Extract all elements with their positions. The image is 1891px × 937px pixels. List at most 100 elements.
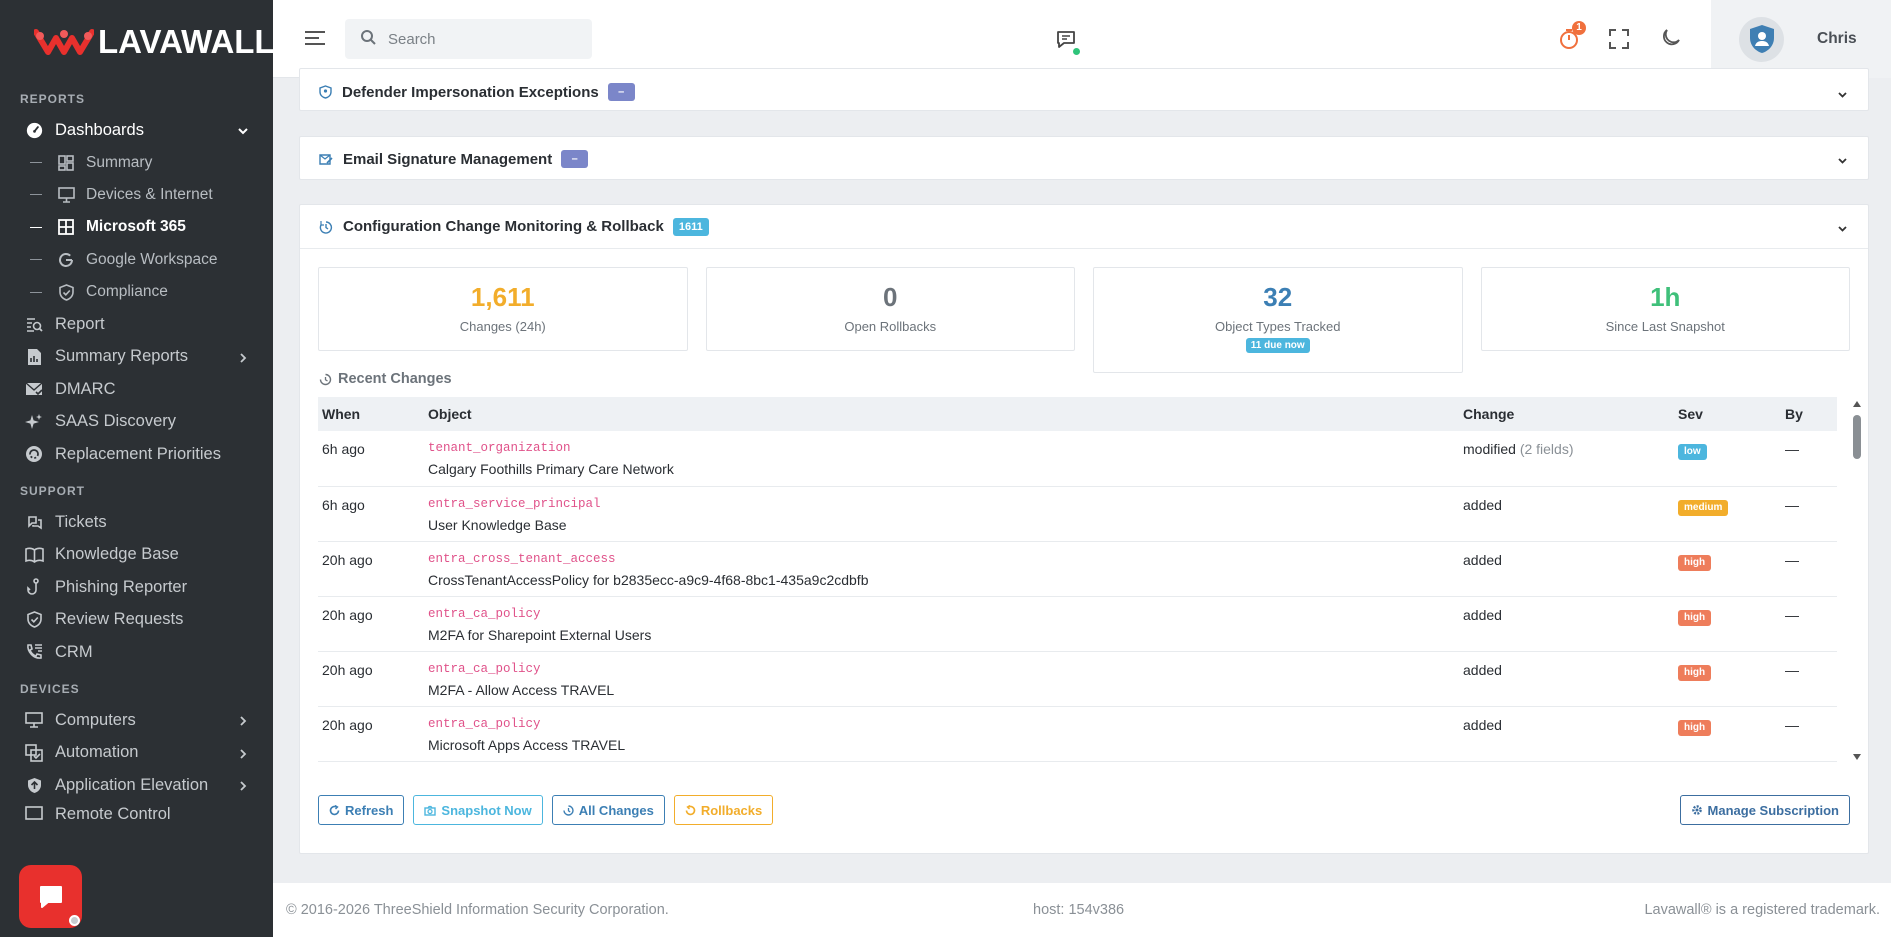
chevron-down-icon[interactable] bbox=[1837, 153, 1848, 169]
cell-when: 20h ago bbox=[318, 596, 424, 652]
stat-open-rollbacks: 0 Open Rollbacks bbox=[705, 267, 1075, 351]
severity-badge: medium bbox=[1678, 499, 1729, 516]
sidebar-item-report[interactable]: Report bbox=[0, 308, 273, 340]
sidebar-item-dashboards[interactable]: Dashboards bbox=[0, 114, 273, 146]
lavawall-logo-icon bbox=[33, 26, 95, 58]
sidebar-item-dmarc[interactable]: DMARC bbox=[0, 373, 273, 405]
cell-by: — bbox=[1781, 706, 1837, 762]
table-row[interactable]: 20h ago entra_cross_tenant_access CrossTen… bbox=[318, 541, 1837, 597]
dashboard-gauge-icon bbox=[24, 120, 44, 140]
sidebar-subitem-microsoft-365[interactable]: Microsoft 365 bbox=[0, 211, 273, 243]
cell-when: 20h ago bbox=[318, 541, 424, 597]
chevron-right-icon bbox=[237, 746, 249, 765]
table-row[interactable]: 6h ago entra_service_principal User Knowle… bbox=[318, 486, 1837, 542]
chevron-down-icon[interactable] bbox=[1837, 221, 1848, 237]
object-type[interactable]: tenant_organization bbox=[428, 441, 1459, 455]
dark-mode-moon-icon[interactable] bbox=[1661, 28, 1681, 51]
sparkle-icon bbox=[24, 412, 44, 432]
sidebar-subitem-compliance[interactable]: Compliance bbox=[0, 276, 273, 308]
col-sev[interactable]: Sev bbox=[1674, 397, 1781, 431]
sidebar-item-crm[interactable]: CRM bbox=[0, 636, 273, 668]
severity-badge: high bbox=[1678, 609, 1712, 626]
sidebar-item-remote-control[interactable]: Remote Control bbox=[0, 801, 273, 821]
top-header: 1 Chris bbox=[273, 0, 1891, 78]
rollbacks-button[interactable]: Rollbacks bbox=[673, 795, 774, 825]
gear-icon bbox=[1691, 805, 1702, 815]
timer-icon[interactable]: 1 bbox=[1558, 21, 1586, 53]
brand-logo[interactable]: LAVAWALL® bbox=[0, 0, 273, 84]
sidebar-item-application-elevation[interactable]: Application Elevation bbox=[0, 769, 273, 801]
panel-header[interactable]: Defender Impersonation Exceptions – bbox=[300, 69, 1868, 109]
recent-changes-table-container[interactable]: When Object Change Sev By 6h ago tenant_o… bbox=[318, 397, 1864, 764]
object-type[interactable]: entra_ca_policy bbox=[428, 607, 1459, 621]
object-type[interactable]: entra_cross_tenant_access bbox=[428, 552, 1459, 566]
scroll-up-arrow[interactable] bbox=[1853, 401, 1861, 407]
panel-header[interactable]: Email Signature Management – bbox=[300, 137, 1868, 181]
col-by[interactable]: By bbox=[1781, 397, 1837, 431]
file-report-icon bbox=[24, 347, 44, 367]
sidebar-item-saas-discovery[interactable]: SAAS Discovery bbox=[0, 406, 273, 438]
table-scrollbar[interactable] bbox=[1850, 397, 1864, 764]
object-type[interactable]: entra_service_principal bbox=[428, 497, 1459, 511]
chevron-down-icon[interactable] bbox=[1837, 87, 1848, 103]
user-menu[interactable]: Chris bbox=[1711, 0, 1891, 78]
footer-trademark: Lavawall® is a registered trademark. bbox=[1644, 902, 1880, 918]
menu-toggle-icon[interactable] bbox=[304, 30, 326, 49]
cell-object: tenant_organization Calgary Foothills Pri… bbox=[424, 431, 1459, 487]
table-row[interactable]: 20h ago entra_ca_policy M2FA - Allow Acces… bbox=[318, 651, 1837, 707]
table-row[interactable]: 6h ago tenant_organization Calgary Foothil… bbox=[318, 431, 1837, 487]
cell-sev: high bbox=[1674, 651, 1781, 707]
sidebar-item-summary-reports[interactable]: Summary Reports bbox=[0, 341, 273, 373]
mail-check-icon bbox=[24, 379, 44, 399]
windows-icon bbox=[56, 217, 76, 237]
sidebar-item-computers[interactable]: Computers bbox=[0, 704, 273, 736]
shield-user-icon bbox=[319, 85, 332, 99]
search-input[interactable] bbox=[388, 30, 568, 48]
table-row[interactable]: 20h ago entra_ca_policy Microsoft Apps Acc… bbox=[318, 706, 1837, 762]
stats-row: 1,611 Changes (24h) 0 Open Rollbacks 32 … bbox=[300, 267, 1868, 373]
sidebar-item-knowledge-base[interactable]: Knowledge Base bbox=[0, 539, 273, 571]
cell-change: added bbox=[1459, 651, 1674, 707]
col-change[interactable]: Change bbox=[1459, 397, 1674, 431]
scroll-thumb[interactable] bbox=[1853, 415, 1861, 459]
panel-badge: 1611 bbox=[672, 217, 709, 236]
history-icon bbox=[319, 373, 332, 385]
sidebar-item-replacement-priorities[interactable]: Replacement Priorities bbox=[0, 438, 273, 470]
object-type[interactable]: entra_ca_policy bbox=[428, 662, 1459, 676]
sidebar-item-review-requests[interactable]: Review Requests bbox=[0, 603, 273, 635]
cell-by: — bbox=[1781, 431, 1837, 487]
sidebar-item-tickets[interactable]: Tickets bbox=[0, 506, 273, 538]
refresh-button[interactable]: Refresh bbox=[318, 795, 405, 825]
messages-icon[interactable] bbox=[1056, 30, 1080, 55]
user-shield-icon bbox=[1749, 25, 1774, 53]
object-type[interactable]: entra_ca_policy bbox=[428, 717, 1459, 731]
scroll-down-arrow[interactable] bbox=[1853, 754, 1861, 760]
sidebar-subitem-summary[interactable]: Summary bbox=[0, 146, 273, 178]
cell-change: added bbox=[1459, 596, 1674, 652]
panel-header[interactable]: Configuration Change Monitoring & Rollba… bbox=[300, 205, 1868, 249]
object-name: User Knowledge Base bbox=[428, 516, 567, 533]
stat-changes-24h: 1,611 Changes (24h) bbox=[318, 267, 688, 351]
cell-when: 20h ago bbox=[318, 706, 424, 762]
sidebar-subitem-google-workspace[interactable]: Google Workspace bbox=[0, 244, 273, 276]
sidebar-item-automation[interactable]: Automation bbox=[0, 737, 273, 769]
sidebar-subitem-devices-internet[interactable]: Devices & Internet bbox=[0, 179, 273, 211]
section-devices: DEVICES bbox=[20, 682, 80, 697]
severity-badge: high bbox=[1678, 664, 1712, 681]
sidebar-item-phishing-reporter[interactable]: Phishing Reporter bbox=[0, 571, 273, 603]
manage-subscription-button[interactable]: Manage Subscription bbox=[1679, 795, 1850, 825]
search-box[interactable] bbox=[345, 19, 592, 59]
fullscreen-icon[interactable] bbox=[1609, 29, 1629, 52]
table-row[interactable]: 20h ago entra_ca_policy M2FA for Sharepoin… bbox=[318, 596, 1837, 652]
chat-launcher-button[interactable] bbox=[19, 865, 82, 928]
user-name: Chris bbox=[1817, 30, 1857, 47]
cell-when: 20h ago bbox=[318, 651, 424, 707]
all-changes-button[interactable]: All Changes bbox=[551, 795, 665, 825]
chat-bubble-icon bbox=[39, 885, 62, 908]
footer-copyright: © 2016-2026 ThreeShield Information Secu… bbox=[286, 902, 669, 918]
due-now-badge[interactable]: 11 due now bbox=[1245, 338, 1310, 353]
col-when[interactable]: When bbox=[318, 397, 424, 431]
stat-since-snapshot: 1h Since Last Snapshot bbox=[1480, 267, 1850, 351]
col-object[interactable]: Object bbox=[424, 397, 1459, 431]
snapshot-now-button[interactable]: Snapshot Now bbox=[413, 795, 543, 825]
